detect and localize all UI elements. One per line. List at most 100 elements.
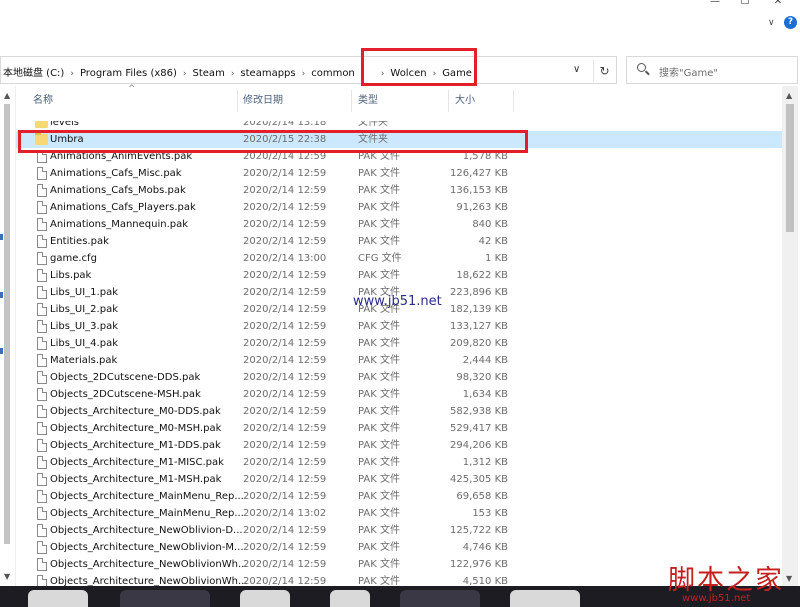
scroll-down-icon[interactable]: ▼ [786, 574, 792, 583]
file-date: 2020/2/14 12:59 [243, 406, 327, 417]
file-size: 223,896 KB [450, 287, 508, 298]
file-date: 2020/2/14 12:59 [243, 236, 327, 247]
file-name: levels [50, 117, 79, 128]
address-bar[interactable]: 本地磁盘 (C:) › Program Files (x86) › Steam › stea… [0, 56, 617, 84]
file-icon [37, 456, 47, 469]
breadcrumb-separator[interactable]: › [183, 69, 187, 79]
file-date: 2020/2/14 12:59 [243, 457, 327, 468]
search-input[interactable]: 搜索"Game" [626, 56, 798, 84]
file-type: PAK 文件 [358, 321, 400, 332]
column-header-date[interactable]: 修改日期 [243, 90, 283, 112]
explorer-window: — ☐ ✕ ∨ ? 本地磁盘 (C:) › Program Files (x86) ›… [0, 0, 800, 607]
background-shape [510, 590, 580, 607]
file-icon [37, 337, 47, 350]
file-date: 2020/2/14 12:59 [243, 219, 327, 230]
file-size: 136,153 KB [450, 185, 508, 196]
column-header-type[interactable]: 类型 [358, 90, 378, 112]
file-icon [37, 490, 47, 503]
column-divider[interactable] [237, 90, 238, 112]
list-item[interactable]: Animations_Cafs_Players.pak 2020/2/14 12:… [0, 199, 782, 216]
list-item[interactable]: Libs_UI_3.pak 2020/2/14 12:59 PAK 文件 133,12… [0, 318, 782, 335]
list-item[interactable]: Materials.pak 2020/2/14 12:59 PAK 文件 2,444 … [0, 352, 782, 369]
list-item[interactable]: Objects_Architecture_MainMenu_Rep... 2020… [0, 505, 782, 522]
file-size: 582,938 KB [450, 406, 508, 417]
file-name: Objects_2DCutscene-DDS.pak [50, 372, 201, 383]
breadcrumb-common[interactable]: common [311, 68, 355, 79]
list-item[interactable]: Objects_Architecture_M1-MISC.pak 2020/2/1… [0, 454, 782, 471]
help-icon[interactable]: ? [784, 16, 797, 29]
file-icon [37, 422, 47, 435]
file-size: 840 KB [472, 219, 508, 230]
file-name: game.cfg [50, 253, 97, 264]
address-history-dropdown-icon[interactable]: ∨ [573, 64, 580, 75]
file-name: Objects_Architecture_MainMenu_Rep... [50, 508, 244, 519]
breadcrumb-separator[interactable]: › [70, 69, 74, 79]
list-item[interactable]: Objects_2DCutscene-MSH.pak 2020/2/14 12:5… [0, 386, 782, 403]
refresh-icon[interactable]: ↻ [593, 60, 615, 82]
breadcrumb-steam[interactable]: Steam [193, 68, 225, 79]
list-item[interactable]: Animations_Cafs_Mobs.pak 2020/2/14 12:59 P… [0, 182, 782, 199]
file-type: PAK 文件 [358, 236, 400, 247]
file-type: PAK 文件 [358, 491, 400, 502]
annotation-highlight-path [361, 48, 477, 86]
column-divider[interactable] [448, 90, 449, 112]
file-size: 18,622 KB [456, 270, 508, 281]
file-size: 529,417 KB [450, 423, 508, 434]
list-item[interactable]: Objects_Architecture_M1-MSH.pak 2020/2/14… [0, 471, 782, 488]
background-shape [330, 590, 370, 607]
breadcrumb-program-files[interactable]: Program Files (x86) [80, 68, 177, 79]
file-name: Objects_Architecture_MainMenu_Rep... [50, 491, 244, 502]
list-item[interactable]: Libs.pak 2020/2/14 12:59 PAK 文件 18,622 KB [0, 267, 782, 284]
column-header-size[interactable]: 大小 [455, 90, 475, 112]
nav-scrollbar-thumb[interactable] [4, 104, 10, 544]
list-item[interactable]: Objects_Architecture_MainMenu_Rep... 2020… [0, 488, 782, 505]
list-item[interactable]: Objects_Architecture_M0-DDS.pak 2020/2/14… [0, 403, 782, 420]
list-item[interactable]: Animations_Cafs_Misc.pak 2020/2/14 12:59 P… [0, 165, 782, 182]
file-name: Objects_Architecture_M0-DDS.pak [50, 406, 221, 417]
nav-scroll-down-icon[interactable]: ▼ [4, 572, 10, 581]
list-item[interactable]: Objects_Architecture_NewOblivion-D... 202… [0, 522, 782, 539]
scrollbar-thumb[interactable] [786, 104, 794, 232]
column-divider[interactable] [351, 90, 352, 112]
maximize-icon[interactable]: ☐ [738, 0, 752, 8]
list-item[interactable]: game.cfg 2020/2/14 13:00 CFG 文件 1 KB [0, 250, 782, 267]
nav-scroll-up-icon[interactable]: ▲ [4, 91, 10, 100]
file-type: CFG 文件 [358, 253, 402, 264]
list-item[interactable]: Animations_Mannequin.pak 2020/2/14 12:59 P… [0, 216, 782, 233]
watermark-logo-url: www.jb51.net [682, 593, 751, 604]
list-item[interactable]: Entities.pak 2020/2/14 12:59 PAK 文件 42 KB [0, 233, 782, 250]
collapse-ribbon-icon[interactable]: ∨ [768, 18, 775, 28]
file-date: 2020/2/14 12:59 [243, 474, 327, 485]
file-date: 2020/2/14 12:59 [243, 372, 327, 383]
file-date: 2020/2/14 12:59 [243, 440, 327, 451]
file-date: 2020/2/14 12:59 [243, 542, 327, 553]
file-type: PAK 文件 [358, 559, 400, 570]
file-icon [37, 286, 47, 299]
list-item[interactable]: Libs_UI_4.pak 2020/2/14 12:59 PAK 文件 209,82… [0, 335, 782, 352]
breadcrumb-separator[interactable]: › [302, 69, 306, 79]
file-date: 2020/2/14 12:59 [243, 355, 327, 366]
file-name: Animations_Mannequin.pak [50, 219, 189, 230]
file-icon [37, 252, 47, 265]
column-divider[interactable] [513, 90, 514, 112]
list-item[interactable]: Objects_Architecture_M1-DDS.pak 2020/2/14… [0, 437, 782, 454]
file-date: 2020/2/14 12:59 [243, 270, 327, 281]
list-item[interactable]: Objects_2DCutscene-DDS.pak 2020/2/14 12:5… [0, 369, 782, 386]
list-item[interactable]: Objects_Architecture_M0-MSH.pak 2020/2/14… [0, 420, 782, 437]
watermark-logo: 脚本之家 [668, 565, 784, 596]
breadcrumb-separator[interactable]: › [231, 69, 235, 79]
column-header-name[interactable]: 名称 [33, 90, 53, 112]
list-item[interactable]: Objects_Architecture_NewOblivionWh... 202… [0, 556, 782, 573]
minimize-icon[interactable]: — [708, 0, 722, 8]
close-icon[interactable]: ✕ [771, 0, 785, 8]
file-type: PAK 文件 [358, 406, 400, 417]
breadcrumb-steamapps[interactable]: steamapps [240, 68, 295, 79]
breadcrumb-drive[interactable]: 本地磁盘 (C:) [3, 64, 64, 79]
list-item[interactable]: levels 2020/2/14 13:18 文件夹 [0, 117, 782, 131]
nav-indicator [0, 348, 3, 354]
file-type: PAK 文件 [358, 525, 400, 536]
file-name: Objects_2DCutscene-MSH.pak [50, 389, 201, 400]
list-item[interactable]: Objects_Architecture_NewOblivion-M... 202… [0, 539, 782, 556]
scroll-up-icon[interactable]: ▲ [786, 91, 792, 100]
file-name: Entities.pak [50, 236, 109, 247]
